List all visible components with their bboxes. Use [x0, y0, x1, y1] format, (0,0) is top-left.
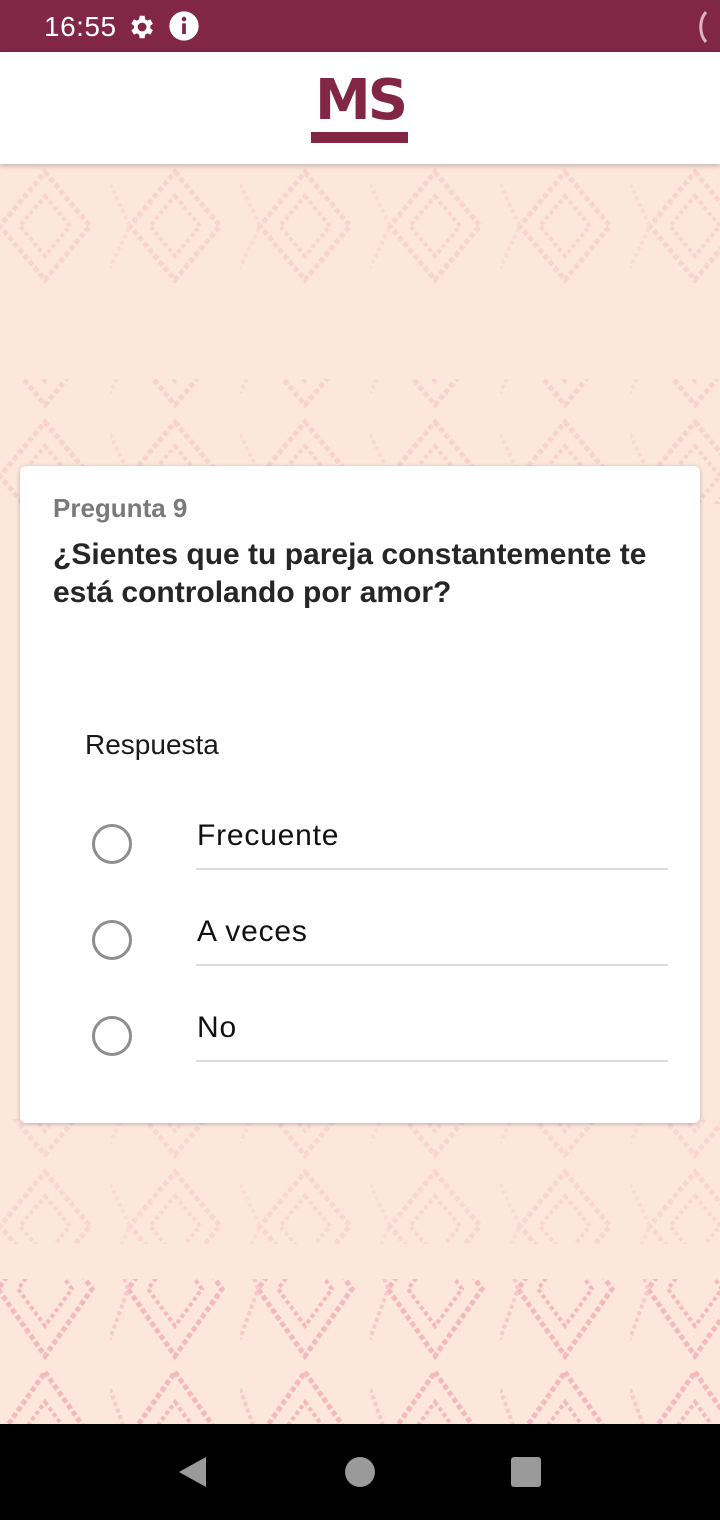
status-edge-icon — [699, 11, 708, 43]
question-number: Pregunta 9 — [53, 493, 188, 523]
home-icon[interactable] — [344, 1456, 376, 1488]
status-time: 16:55 — [44, 11, 117, 42]
radio-button[interactable] — [92, 920, 132, 960]
ms-logo: MS — [310, 68, 410, 146]
radio-button[interactable] — [92, 824, 132, 864]
divider — [196, 964, 668, 966]
back-icon[interactable] — [176, 1455, 210, 1489]
logo-underline — [311, 132, 408, 143]
option-no[interactable]: No — [20, 1011, 700, 1112]
option-a-veces[interactable]: A veces — [20, 915, 700, 1016]
option-label[interactable]: Frecuente — [197, 818, 339, 854]
divider — [196, 868, 668, 870]
option-frecuente[interactable]: Frecuente — [20, 819, 700, 920]
divider — [196, 1060, 668, 1062]
app-bar: MS — [0, 52, 720, 164]
gear-icon — [131, 15, 153, 39]
question-text: ¿Sientes que tu pareja constantemente te… — [53, 538, 647, 609]
option-label[interactable]: No — [197, 1010, 237, 1046]
option-label[interactable]: A veces — [197, 914, 308, 950]
answer-label: Respuesta — [85, 729, 219, 760]
question-card: Pregunta 9 ¿Sientes que tu pareja consta… — [20, 466, 700, 1123]
recent-apps-icon[interactable] — [510, 1456, 542, 1488]
radio-button[interactable] — [92, 1016, 132, 1056]
info-icon — [169, 11, 199, 41]
status-bar: 16:55 — [0, 0, 720, 52]
logo-text: MS — [314, 68, 408, 133]
